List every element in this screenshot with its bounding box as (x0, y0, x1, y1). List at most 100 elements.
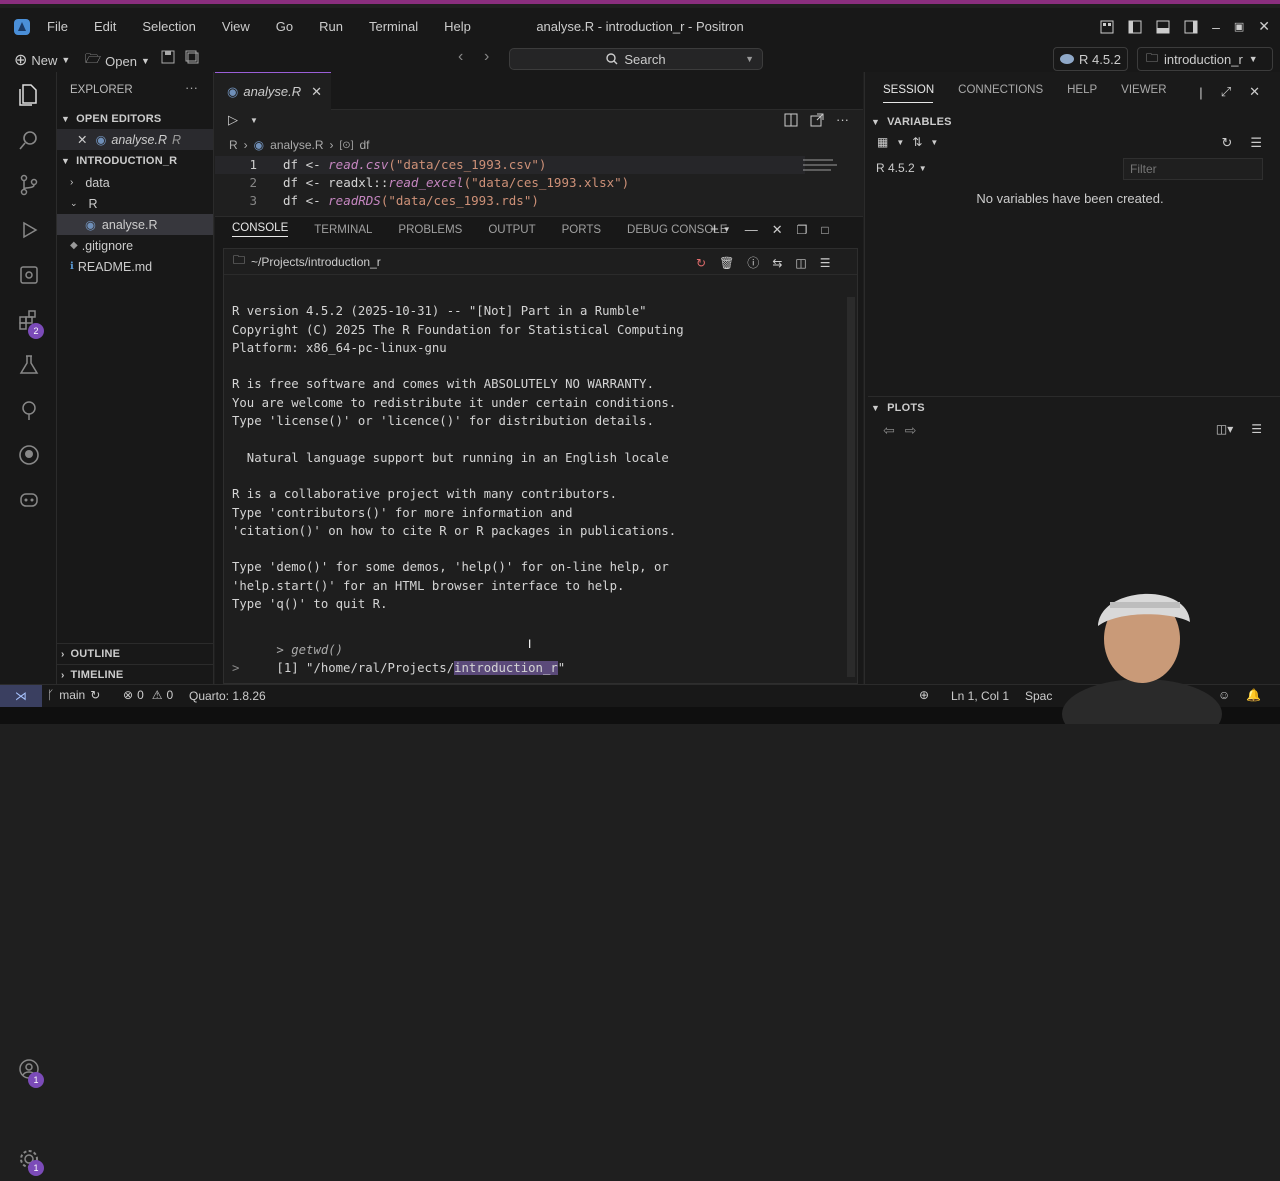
extensions-icon[interactable]: 2 (0, 297, 57, 342)
project-header[interactable]: ▼ INTRODUCTION_R (57, 150, 213, 171)
minimize-icon[interactable]: – (1212, 19, 1220, 35)
working-directory[interactable]: ~/Projects/introduction_r (251, 255, 381, 269)
close-icon[interactable]: ✕ (311, 84, 322, 100)
open-button[interactable]: 🗁 Open ▼ (85, 50, 150, 72)
new-console-plus-icon[interactable]: + (710, 221, 719, 238)
restart-icon[interactable]: ↻ (696, 256, 706, 270)
run-file-icon[interactable]: ▷ (228, 112, 238, 128)
tree-folder-r[interactable]: ⌄ R (57, 193, 213, 214)
variables-filter-input[interactable] (1123, 158, 1263, 180)
grid-view-icon[interactable]: ▦ (877, 135, 888, 149)
editor-tab-analyse[interactable]: ◉ analyse.R ✕ (215, 72, 331, 110)
maximize-panel-icon[interactable]: ⤢ (1221, 84, 1231, 100)
forward-arrow-icon[interactable]: › (484, 48, 489, 66)
explorer-icon[interactable] (0, 72, 57, 117)
search-icon[interactable] (0, 117, 57, 162)
manage-gear-icon[interactable]: 1 (0, 1136, 57, 1181)
connections-icon[interactable] (0, 252, 57, 297)
tree-file-readme[interactable]: ℹ README.md (57, 256, 213, 277)
back-arrow-icon[interactable]: ‹ (458, 48, 463, 66)
sort-icon[interactable]: ⇅ (912, 135, 922, 149)
tab-session[interactable]: SESSION (883, 84, 934, 96)
tab-output[interactable]: OUTPUT (488, 224, 535, 236)
save-icon[interactable] (161, 50, 175, 67)
breadcrumb-symbol[interactable]: df (359, 138, 369, 152)
code-area[interactable]: 1 df <- read.csv ("data/ces_1993.csv") 2 … (215, 156, 805, 210)
maximize-icon[interactable]: ▣ (1234, 20, 1244, 33)
problems-indicator[interactable]: ⊗ 0 ⚠ 0 (123, 688, 173, 702)
toggle-primary-sidebar-icon[interactable] (1128, 20, 1142, 34)
tab-console[interactable]: CONSOLE (232, 222, 289, 237)
tab-connections[interactable]: CONNECTIONS (958, 84, 1043, 96)
breadcrumb-folder[interactable]: R (229, 138, 238, 152)
next-plot-icon[interactable]: ⇨ (905, 422, 917, 439)
toggle-panel-icon[interactable] (1156, 20, 1170, 34)
open-console-icon[interactable]: ◫ (795, 256, 806, 270)
console-scrollbar[interactable] (847, 297, 855, 677)
info-icon[interactable]: ⓘ (747, 254, 759, 271)
breadcrumb-file[interactable]: analyse.R (270, 138, 323, 152)
tree-folder-data[interactable]: › data (57, 172, 213, 193)
outline-header[interactable]: › OUTLINE (57, 643, 213, 664)
tab-terminal[interactable]: TERMINAL (314, 224, 372, 236)
minimize-panel-icon[interactable]: — (745, 222, 758, 237)
more-actions-icon[interactable]: ··· (185, 80, 198, 95)
tab-problems[interactable]: PROBLEMS (398, 224, 462, 236)
open-editor-item[interactable]: ✕ ◉ analyse.R R (57, 129, 213, 150)
close-icon[interactable]: ✕ (77, 132, 87, 147)
tree-file-gitignore[interactable]: ◆ .gitignore (57, 235, 213, 256)
customize-layout-icon[interactable] (1100, 20, 1114, 34)
interrupt-icon[interactable]: ⇆ (772, 256, 782, 270)
timeline-header[interactable]: › TIMELINE (57, 664, 213, 685)
minimap[interactable] (803, 156, 843, 192)
open-editors-header[interactable]: ▼ OPEN EDITORS (57, 108, 213, 129)
chevron-down-icon[interactable]: ▼ (250, 116, 258, 125)
toggle-secondary-sidebar-icon[interactable] (1184, 20, 1198, 34)
search-box[interactable]: Search ▼ (509, 48, 763, 70)
close-window-icon[interactable]: ✕ (1258, 18, 1270, 35)
previous-plot-icon[interactable]: ⇦ (883, 422, 895, 439)
tab-help[interactable]: HELP (1067, 84, 1097, 96)
interpreter-selector[interactable]: R 4.5.2 ▼ (876, 161, 927, 175)
remote-explorer-icon[interactable] (0, 387, 57, 432)
close-panel-icon[interactable]: ✕ (1249, 84, 1260, 100)
restore-panel-icon[interactable]: ❐ (797, 223, 808, 237)
project-button[interactable]: 🗀 introduction_r ▼ (1137, 47, 1273, 71)
close-console-icon[interactable]: ✕ (772, 222, 783, 238)
interpreter-button[interactable]: R 4.5.2 (1053, 47, 1128, 71)
accounts-icon[interactable]: 1 (0, 1046, 57, 1091)
cursor-position[interactable]: Ln 1, Col 1 (951, 689, 1009, 703)
tree-file-analyse[interactable]: ◉ analyse.R (57, 214, 213, 235)
menu-lines-icon[interactable]: ☰ (1251, 422, 1262, 436)
chevron-down-icon[interactable]: ▼ (723, 225, 731, 234)
menu-lines-icon[interactable]: ☰ (820, 256, 831, 270)
variables-header[interactable]: ▼ VARIABLES (868, 111, 1280, 133)
clear-console-trash-icon[interactable]: 🗑 (719, 256, 734, 270)
remote-indicator-icon[interactable]: ⋊ (0, 685, 42, 707)
run-debug-icon[interactable] (0, 207, 57, 252)
more-actions-icon[interactable]: ··· (836, 112, 849, 127)
split-editor-icon[interactable] (784, 113, 798, 127)
quarto-version[interactable]: Quarto: 1.8.26 (189, 689, 266, 703)
zoom-icon[interactable]: ⊕ (919, 688, 929, 702)
chevron-down-icon[interactable]: ▼ (930, 138, 938, 147)
console-view[interactable]: 🗀 ~/Projects/introduction_r ↻ 🗑 ⓘ ⇆ ◫ ☰ … (223, 248, 858, 684)
copilot-icon[interactable] (0, 477, 57, 522)
source-control-icon[interactable] (0, 162, 57, 207)
plots-header[interactable]: ▼ PLOTS (868, 396, 1280, 418)
menu-lines-icon[interactable]: ☰ (1250, 135, 1262, 151)
save-all-icon[interactable] (185, 50, 199, 67)
tab-viewer[interactable]: VIEWER (1121, 84, 1166, 96)
maximize-panel-icon[interactable]: □ (821, 223, 828, 237)
plot-layout-icon[interactable]: ◫▾ (1216, 422, 1233, 436)
github-icon[interactable] (0, 432, 57, 477)
open-in-new-window-icon[interactable] (810, 113, 824, 127)
new-button[interactable]: ⊕ New ▼ (14, 50, 70, 70)
chevron-down-icon[interactable]: ▼ (896, 138, 904, 147)
refresh-icon[interactable]: ↻ (1221, 135, 1232, 151)
branch-indicator[interactable]: ᚴ main ↻ (47, 688, 100, 702)
console-input-prompt[interactable]: > (232, 659, 239, 677)
tab-ports[interactable]: PORTS (562, 224, 601, 236)
testing-flask-icon[interactable] (0, 342, 57, 387)
